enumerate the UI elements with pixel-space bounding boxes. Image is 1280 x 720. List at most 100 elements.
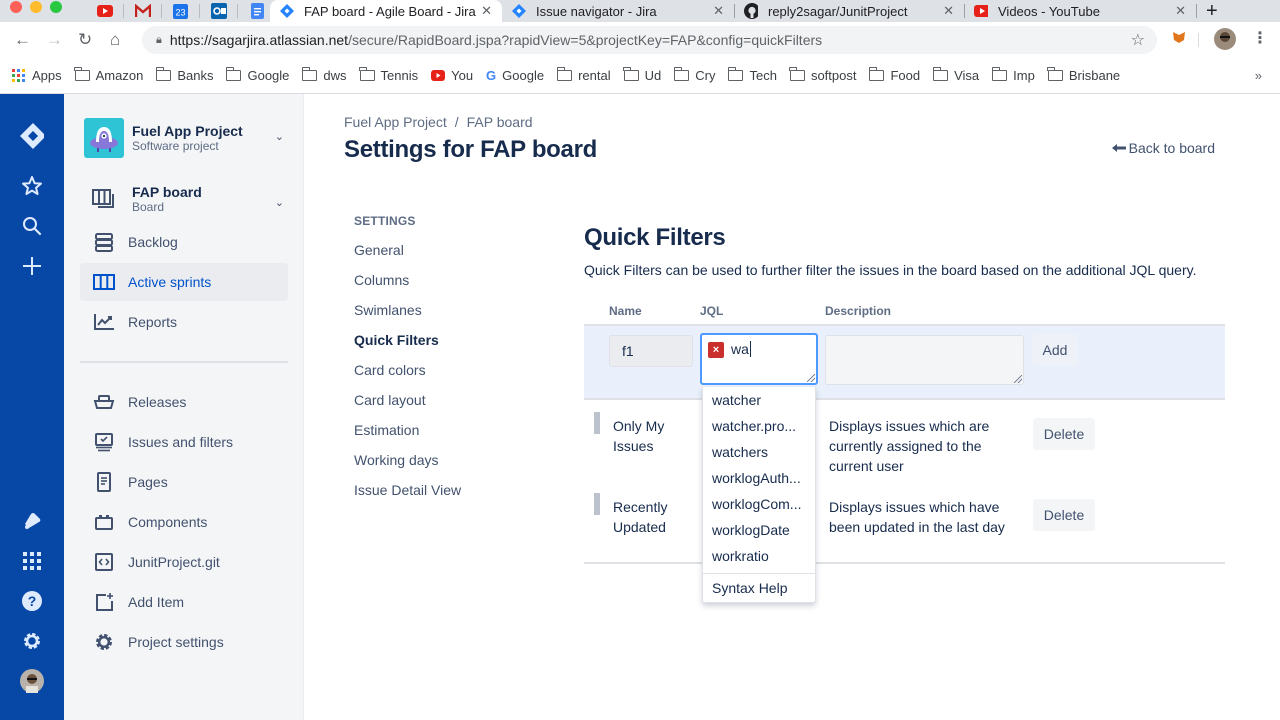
autocomplete-option[interactable]: worklogCom... xyxy=(703,491,815,517)
syntax-help-link[interactable]: Syntax Help xyxy=(703,574,815,602)
resize-handle-icon[interactable] xyxy=(1014,375,1022,383)
jql-error-icon: × xyxy=(708,342,724,358)
sidebar-item-releases[interactable]: Releases xyxy=(80,383,288,421)
sidebar-item-issues-and-filters[interactable]: Issues and filters xyxy=(80,423,288,461)
filter-jql-input[interactable]: × wa xyxy=(700,333,818,385)
new-filter-row: f1 × wa Add xyxy=(584,324,1225,400)
chevron-down-icon[interactable]: ⌄ xyxy=(275,130,284,143)
settings-nav-estimation[interactable]: Estimation xyxy=(354,422,461,452)
settings-nav-swimlanes[interactable]: Swimlanes xyxy=(354,302,461,332)
sidebar-item-add-item[interactable]: Add Item xyxy=(80,583,288,621)
bookmark-folder[interactable]: Imp xyxy=(991,67,1035,83)
starred-icon[interactable] xyxy=(20,174,44,198)
close-tab-icon[interactable]: ✕ xyxy=(481,3,492,19)
bookmark-folder[interactable]: Tech xyxy=(727,67,777,83)
bookmark-google[interactable]: G Google xyxy=(486,68,544,83)
pinned-tab-gmail[interactable] xyxy=(124,4,162,18)
bookmark-folder[interactable]: Google xyxy=(225,67,289,83)
bookmark-folder[interactable]: Banks xyxy=(155,67,213,83)
bookmark-folder[interactable]: Ud xyxy=(623,67,661,83)
browser-tab-active[interactable]: FAP board - Agile Board - Jira ✕ xyxy=(270,0,502,22)
settings-nav-issue-detail-view[interactable]: Issue Detail View xyxy=(354,482,461,512)
drag-handle-icon[interactable] xyxy=(594,412,600,434)
settings-nav-columns[interactable]: Columns xyxy=(354,272,461,302)
settings-nav-general[interactable]: General xyxy=(354,242,461,272)
autocomplete-option[interactable]: watchers xyxy=(703,439,815,465)
board-switcher[interactable]: FAP board Board ⌄ xyxy=(84,184,284,214)
bookmark-label: Visa xyxy=(954,68,980,83)
minimize-window-button[interactable] xyxy=(30,1,42,13)
close-tab-icon[interactable]: ✕ xyxy=(713,3,724,19)
bookmark-star-icon[interactable]: ☆ xyxy=(1131,30,1145,50)
settings-nav-card-colors[interactable]: Card colors xyxy=(354,362,461,392)
autocomplete-option[interactable]: watcher xyxy=(703,387,815,413)
sidebar-item-active-sprints[interactable]: Active sprints xyxy=(80,263,288,301)
browser-tab[interactable]: Videos - YouTube ✕ xyxy=(964,0,1197,22)
drag-handle-icon[interactable] xyxy=(594,493,600,515)
user-avatar[interactable] xyxy=(20,669,44,693)
bookmark-folder[interactable]: Cry xyxy=(673,67,715,83)
help-icon[interactable]: ? xyxy=(20,589,44,613)
bookmark-folder[interactable]: Brisbane xyxy=(1047,67,1120,83)
chevron-down-icon[interactable]: ⌄ xyxy=(275,196,284,209)
breadcrumb-board-link[interactable]: FAP board xyxy=(467,114,533,130)
delete-filter-button[interactable]: Delete xyxy=(1033,418,1095,450)
sidebar-item-backlog[interactable]: Backlog xyxy=(80,223,288,261)
filter-name-input[interactable]: f1 xyxy=(609,335,693,367)
settings-nav-working-days[interactable]: Working days xyxy=(354,452,461,482)
close-window-button[interactable] xyxy=(10,1,22,13)
sidebar-item-components[interactable]: Components xyxy=(80,503,288,541)
autocomplete-option[interactable]: watcher.pro... xyxy=(703,413,815,439)
settings-gear-icon[interactable] xyxy=(20,629,44,653)
filter-description-input[interactable] xyxy=(825,335,1024,385)
bookmark-folder[interactable]: dws xyxy=(301,67,347,83)
address-bar[interactable]: 🔒︎ https://sagarjira.atlassian.net/secur… xyxy=(142,26,1157,54)
browser-tab[interactable]: Issue navigator - Jira ✕ xyxy=(502,0,735,22)
settings-nav-card-layout[interactable]: Card layout xyxy=(354,392,461,422)
add-filter-button[interactable]: Add xyxy=(1032,334,1078,366)
bookmark-apps[interactable]: Apps xyxy=(12,68,62,83)
autocomplete-option[interactable]: workratio xyxy=(703,543,815,569)
close-tab-icon[interactable]: ✕ xyxy=(1175,3,1186,19)
bookmarks-overflow-button[interactable]: » xyxy=(1255,68,1262,83)
profile-avatar[interactable] xyxy=(1214,28,1236,55)
new-tab-button[interactable]: + xyxy=(1206,0,1218,22)
jira-logo-icon[interactable] xyxy=(20,123,44,149)
bookmark-folder[interactable]: Amazon xyxy=(74,67,143,83)
sidebar-item-project-settings[interactable]: Project settings xyxy=(80,623,288,661)
resize-handle-icon[interactable] xyxy=(807,374,815,382)
bookmark-folder[interactable]: rental xyxy=(556,67,611,83)
bookmark-youtube[interactable]: You xyxy=(431,68,473,83)
filter-description: Displays issues which have been updated … xyxy=(829,499,1005,535)
forward-arrow-icon[interactable]: → xyxy=(46,30,63,50)
metamask-extension-icon[interactable] xyxy=(1172,30,1186,49)
bookmark-folder[interactable]: Visa xyxy=(932,67,980,83)
notifications-icon[interactable] xyxy=(20,509,44,533)
delete-filter-button[interactable]: Delete xyxy=(1033,499,1095,531)
bookmark-folder[interactable]: Food xyxy=(868,67,920,83)
autocomplete-option[interactable]: worklogDate xyxy=(703,517,815,543)
pinned-tab-youtube[interactable] xyxy=(86,4,124,18)
close-tab-icon[interactable]: ✕ xyxy=(943,3,954,19)
home-icon[interactable]: ⌂ xyxy=(110,30,120,50)
pinned-tab-outlook[interactable] xyxy=(200,3,238,19)
create-icon[interactable] xyxy=(20,254,44,278)
pinned-tab-calendar[interactable]: 23 xyxy=(162,3,200,19)
sidebar-item-pages[interactable]: Pages xyxy=(80,463,288,501)
sidebar-item-reports[interactable]: Reports xyxy=(80,303,288,341)
project-header[interactable]: Fuel App Project Software project ⌄ xyxy=(84,118,284,158)
browser-menu-icon[interactable]: ⋮ xyxy=(1252,28,1268,48)
bookmark-folder[interactable]: softpost xyxy=(789,67,856,83)
bookmark-folder[interactable]: Tennis xyxy=(359,67,418,83)
settings-nav-quick-filters[interactable]: Quick Filters xyxy=(354,332,461,362)
browser-tab[interactable]: reply2sagar/JunitProject ✕ xyxy=(734,0,965,22)
search-icon[interactable] xyxy=(20,214,44,238)
maximize-window-button[interactable] xyxy=(50,1,62,13)
breadcrumb-project-link[interactable]: Fuel App Project xyxy=(344,114,447,130)
back-arrow-icon[interactable]: ← xyxy=(14,30,31,50)
back-to-board-link[interactable]: Back to board xyxy=(1111,140,1215,156)
reload-icon[interactable]: ↻ xyxy=(78,30,92,50)
autocomplete-option[interactable]: worklogAuth... xyxy=(703,465,815,491)
sidebar-item-repository[interactable]: JunitProject.git xyxy=(80,543,288,581)
app-switcher-icon[interactable] xyxy=(20,549,44,573)
